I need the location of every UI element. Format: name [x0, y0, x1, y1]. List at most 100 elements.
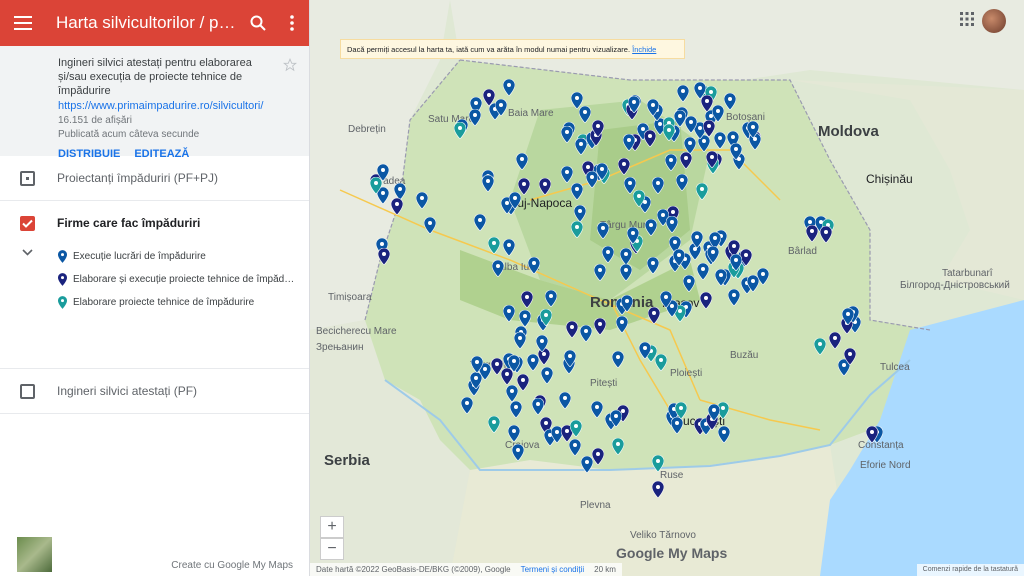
map-marker[interactable] [679, 151, 693, 170]
map-marker[interactable] [843, 347, 857, 366]
map-marker[interactable] [700, 94, 714, 113]
map-marker[interactable] [570, 182, 584, 201]
map-marker[interactable] [665, 215, 679, 234]
layer-ingineri-title[interactable]: Ingineri silvici atestați (PF) [57, 384, 197, 398]
map-marker[interactable] [502, 78, 516, 97]
layer-proiectanti-title[interactable]: Proiectanți împăduriri (PF+PJ) [57, 171, 218, 185]
map-marker[interactable] [727, 288, 741, 307]
profile-avatar[interactable] [982, 9, 1006, 33]
map-marker[interactable] [460, 396, 474, 415]
map-marker[interactable] [490, 357, 504, 376]
legend-item-elaborare-executie[interactable]: Elaborare și execuție proiecte tehnice d… [0, 268, 309, 291]
map-marker[interactable] [516, 373, 530, 392]
map-marker[interactable] [711, 104, 725, 123]
map-marker[interactable] [670, 416, 684, 435]
map-marker[interactable] [369, 176, 383, 195]
map-marker[interactable] [675, 173, 689, 192]
map-marker[interactable] [828, 331, 842, 350]
map-marker[interactable] [611, 437, 625, 456]
map-marker[interactable] [746, 120, 760, 139]
star-icon[interactable] [283, 58, 297, 72]
map-marker[interactable] [695, 182, 709, 201]
map-marker[interactable] [609, 409, 623, 428]
map-marker[interactable] [538, 177, 552, 196]
map-marker[interactable] [590, 400, 604, 419]
map-marker[interactable] [638, 341, 652, 360]
map-marker[interactable] [729, 142, 743, 161]
map-marker[interactable] [473, 213, 487, 232]
map-link[interactable]: https://www.primaimpadurire.ro/silvicult… [58, 100, 293, 112]
map-marker[interactable] [601, 245, 615, 264]
map-marker[interactable] [729, 253, 743, 272]
layer-proiectanti-checkbox[interactable] [20, 170, 35, 186]
map-marker[interactable] [595, 162, 609, 181]
map-marker[interactable] [591, 447, 605, 466]
map-marker[interactable] [507, 424, 521, 443]
map-marker[interactable] [651, 480, 665, 499]
map-marker[interactable] [560, 125, 574, 144]
map-marker[interactable] [544, 289, 558, 308]
map-marker[interactable] [415, 191, 429, 210]
map-marker[interactable] [574, 137, 588, 156]
map-marker[interactable] [705, 150, 719, 169]
map-marker[interactable] [580, 455, 594, 474]
map-marker[interactable] [627, 95, 641, 114]
map-marker[interactable] [518, 309, 532, 328]
map-marker[interactable] [540, 366, 554, 385]
layer-firme-checkbox[interactable] [20, 215, 35, 231]
layer-firme-title[interactable]: Firme care fac împăduriri [57, 216, 200, 230]
layer-ingineri-checkbox[interactable] [20, 383, 35, 399]
map-marker[interactable] [664, 153, 678, 172]
map-marker[interactable] [527, 256, 541, 275]
map-marker[interactable] [676, 84, 690, 103]
map-marker[interactable] [494, 98, 508, 117]
map-marker[interactable] [578, 105, 592, 124]
map-marker[interactable] [565, 320, 579, 339]
create-link[interactable]: Create cu Google My Maps [171, 560, 293, 571]
keyboard-shortcuts-link[interactable]: Comenzi rapide de la tastatură [916, 564, 1024, 576]
map-marker[interactable] [558, 391, 572, 410]
map-marker[interactable] [673, 109, 687, 128]
map-marker[interactable] [707, 403, 721, 422]
map-marker[interactable] [468, 108, 482, 127]
map-marker[interactable] [659, 290, 673, 309]
map-marker[interactable] [507, 354, 521, 373]
map-marker[interactable] [502, 238, 516, 257]
map-marker[interactable] [619, 247, 633, 266]
map-marker[interactable] [563, 349, 577, 368]
map-marker[interactable] [515, 152, 529, 171]
legend-item-elaborare[interactable]: Elaborare proiecte tehnice de împădurire [0, 291, 309, 314]
google-apps-icon[interactable] [960, 12, 974, 26]
map-marker[interactable] [672, 248, 686, 267]
satellite-toggle-thumbnail[interactable] [17, 537, 52, 572]
map-marker[interactable] [647, 306, 661, 325]
map-marker[interactable] [509, 400, 523, 419]
map-marker[interactable] [470, 355, 484, 374]
map-marker[interactable] [535, 334, 549, 353]
map-marker[interactable] [622, 133, 636, 152]
more-options-button[interactable] [275, 0, 309, 46]
map-marker[interactable] [481, 174, 495, 193]
menu-button[interactable] [0, 0, 46, 46]
map-marker[interactable] [505, 384, 519, 403]
map-marker[interactable] [570, 220, 584, 239]
map-marker[interactable] [469, 371, 483, 390]
search-button[interactable] [241, 0, 275, 46]
notice-close-link[interactable]: Închide [632, 45, 656, 54]
map-marker[interactable] [569, 419, 583, 438]
map-marker[interactable] [611, 350, 625, 369]
map-marker[interactable] [706, 245, 720, 264]
map-marker[interactable] [841, 307, 855, 326]
map-marker[interactable] [619, 263, 633, 282]
map-marker[interactable] [593, 317, 607, 336]
map-marker[interactable] [644, 218, 658, 237]
map-marker[interactable] [615, 315, 629, 334]
map-marker[interactable] [805, 224, 819, 243]
map-marker[interactable] [646, 256, 660, 275]
map-marker[interactable] [674, 401, 688, 420]
zoom-in-button[interactable]: + [320, 516, 344, 538]
map-marker[interactable] [520, 290, 534, 309]
map-marker[interactable] [696, 262, 710, 281]
map-marker[interactable] [819, 225, 833, 244]
map-marker[interactable] [632, 189, 646, 208]
